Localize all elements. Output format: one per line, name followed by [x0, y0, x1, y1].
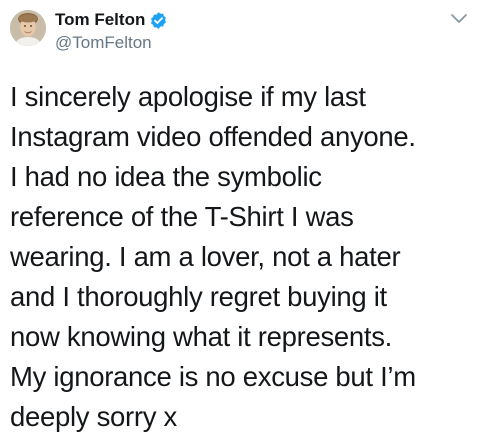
tweet-line: now knowing what it represents.: [10, 321, 393, 352]
tweet-line: wearing. I am a lover, not a hater: [10, 241, 401, 272]
tweet-text: I sincerely apologise if my last Instagr…: [10, 77, 476, 437]
tweet-header: Tom Felton @TomFelton: [0, 0, 480, 60]
tweet-line: I sincerely apologise if my last: [10, 81, 366, 112]
tweet-line: deeply sorry x: [10, 401, 177, 432]
tweet-line: My ignorance is no excuse but I’m: [10, 361, 416, 392]
tweet-line: reference of the T-Shirt I was: [10, 201, 354, 232]
chevron-down-icon[interactable]: [450, 12, 468, 26]
author-name-row: Tom Felton: [55, 9, 168, 31]
profile-avatar[interactable]: [10, 10, 46, 46]
tweet-line: I had no idea the symbolic: [10, 161, 322, 192]
avatar-image: [10, 10, 46, 46]
author-handle[interactable]: @TomFelton: [55, 33, 152, 53]
tweet-card: Tom Felton @TomFelton I sincerely apolog…: [0, 0, 480, 448]
tweet-line: Instagram video offended anyone.: [10, 121, 416, 152]
verified-badge-icon: [149, 11, 168, 30]
tweet-line: and I thoroughly regret buying it: [10, 281, 387, 312]
author-display-name[interactable]: Tom Felton: [55, 9, 145, 31]
